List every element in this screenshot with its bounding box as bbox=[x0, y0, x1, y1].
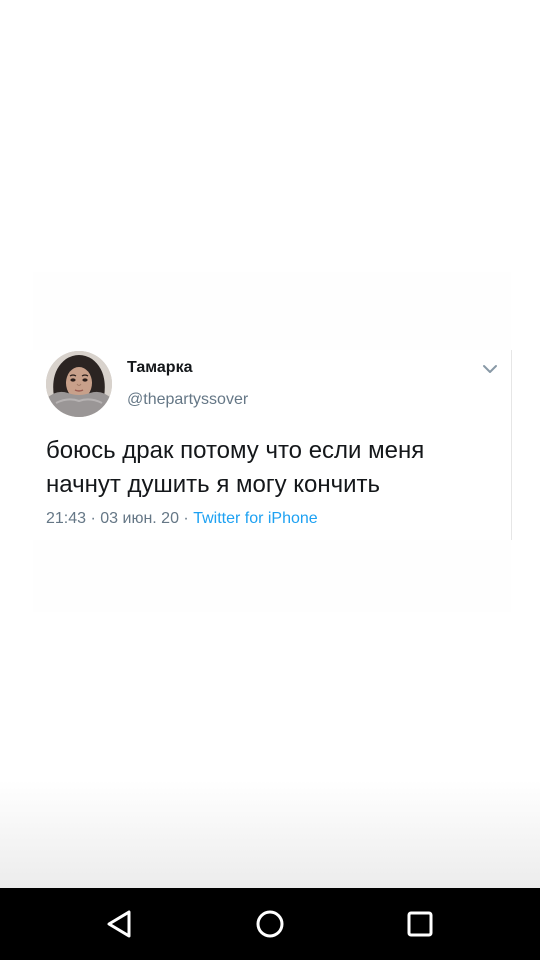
avatar[interactable] bbox=[46, 351, 112, 417]
screen: Тамарка @thepartyssover боюсь драк потом… bbox=[0, 0, 540, 960]
display-name[interactable]: Тамарка bbox=[127, 359, 192, 377]
tweet-card[interactable]: Тамарка @thepartyssover боюсь драк потом… bbox=[33, 350, 512, 540]
tweet-time: 21:43 bbox=[46, 510, 87, 527]
recents-square-icon[interactable] bbox=[398, 902, 442, 946]
tweet-date[interactable]: 03 июн. 20 bbox=[100, 510, 179, 527]
tweet-text: боюсь драк потому что если меня начнут д… bbox=[46, 437, 425, 498]
tweet-meta: 21:43 · 03 июн. 20 · Twitter for iPhone bbox=[46, 510, 318, 528]
meta-separator: · bbox=[178, 510, 194, 527]
chevron-down-icon[interactable] bbox=[480, 361, 500, 377]
avatar-photo bbox=[46, 351, 112, 417]
meta-separator: · bbox=[86, 510, 101, 527]
back-triangle-icon[interactable] bbox=[98, 902, 142, 946]
tweet-source-link[interactable]: Twitter for iPhone bbox=[193, 510, 318, 527]
home-circle-icon[interactable] bbox=[248, 902, 292, 946]
user-handle[interactable]: @thepartyssover bbox=[127, 391, 248, 409]
navigation-bar bbox=[0, 888, 540, 960]
